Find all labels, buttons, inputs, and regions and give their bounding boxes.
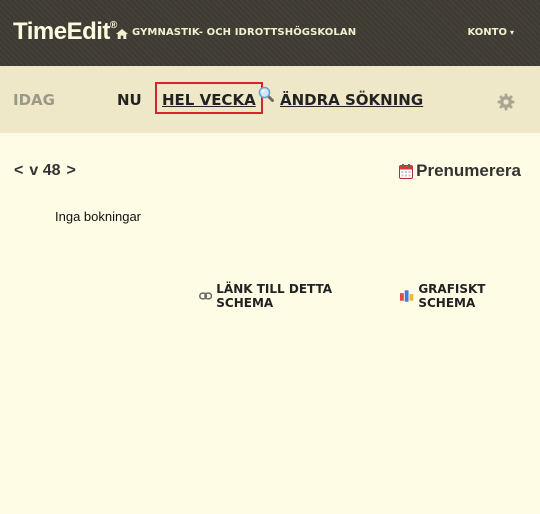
- calendar-icon: [399, 163, 414, 179]
- top-bar: TimeEdit® GYMNASTIK- OCH IDROTTSHÖGSKOLA…: [0, 0, 540, 66]
- link-to-schedule-button[interactable]: LÄNK TILL DETTA SCHEMA: [199, 282, 384, 310]
- account-label: KONTO: [467, 27, 507, 38]
- nav-today[interactable]: IDAG: [13, 91, 55, 109]
- previous-week-button[interactable]: <: [14, 162, 23, 180]
- empty-schedule-message: Inga bokningar: [55, 209, 142, 224]
- chevron-down-icon: ▾: [509, 28, 514, 37]
- home-icon[interactable]: [116, 29, 128, 39]
- search-icon[interactable]: [258, 86, 274, 102]
- nav-whole-week[interactable]: HEL VECKA: [155, 82, 263, 114]
- link-to-schedule-label: LÄNK TILL DETTA SCHEMA: [216, 282, 333, 310]
- gear-icon[interactable]: [497, 93, 515, 111]
- logo-text: TimeEdit: [13, 18, 110, 45]
- graphic-schedule-label: GRAFISKT SCHEMA: [418, 282, 486, 310]
- timeedit-logo[interactable]: TimeEdit®: [13, 18, 117, 46]
- next-week-button[interactable]: >: [66, 162, 75, 180]
- nav-change-search[interactable]: ÄNDRA SÖKNING: [280, 91, 423, 109]
- schedule-links: LÄNK TILL DETTA SCHEMA GRAFISKT SCHEMA: [199, 282, 540, 310]
- chain-link-icon: [199, 292, 213, 300]
- subscribe-label: Prenumerera: [416, 161, 521, 180]
- view-navigation-bar: IDAG NU HEL VECKA ÄNDRA SÖKNING: [0, 66, 540, 133]
- schedule-content: < v 48 > Prenumerera Inga bokningar LÄNK T…: [0, 133, 540, 514]
- graphic-schedule-icon: [400, 290, 414, 302]
- subscribe-button[interactable]: Prenumerera: [399, 161, 521, 181]
- week-label: v 48: [29, 162, 61, 179]
- account-menu[interactable]: KONTO ▾: [467, 27, 514, 38]
- graphic-schedule-button[interactable]: GRAFISKT SCHEMA: [400, 282, 540, 310]
- school-name-link[interactable]: GYMNASTIK- OCH IDROTTSHÖGSKOLAN: [132, 27, 356, 38]
- week-navigation: < v 48 >: [14, 162, 76, 180]
- nav-now[interactable]: NU: [117, 91, 142, 109]
